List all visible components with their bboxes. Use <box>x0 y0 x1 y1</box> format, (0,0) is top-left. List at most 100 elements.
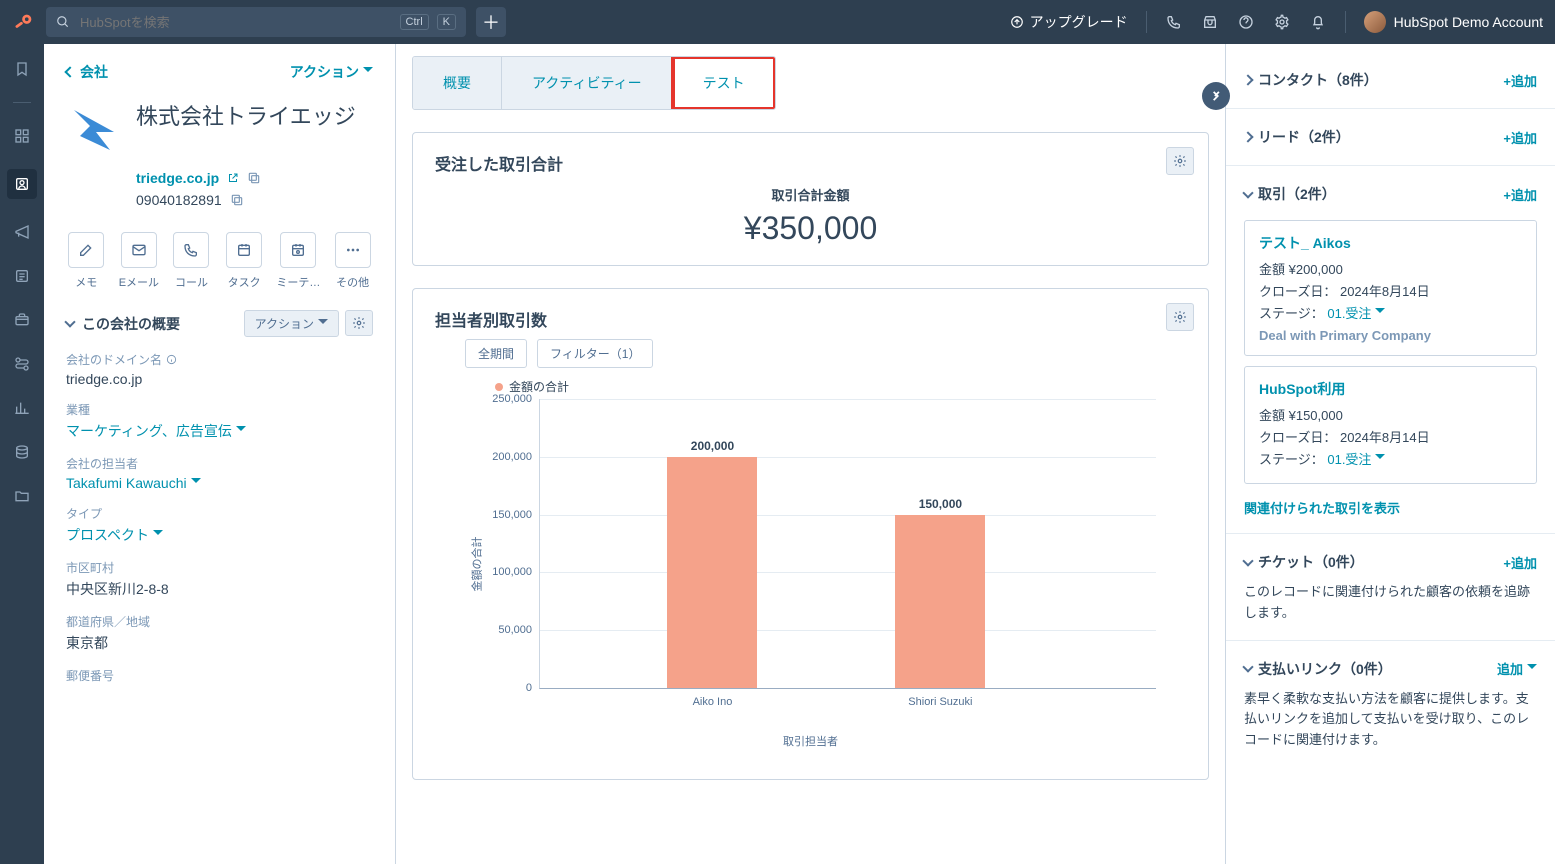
collapse-right-panel-button[interactable] <box>1202 82 1230 110</box>
action-call-button[interactable]: コール <box>171 232 212 290</box>
notifications-icon[interactable] <box>1309 13 1327 31</box>
field-value[interactable]: Takafumi Kawauchi <box>66 475 373 491</box>
rail-marketing-icon[interactable] <box>11 221 33 243</box>
settings-icon[interactable] <box>1273 13 1291 31</box>
property-field[interactable]: 会社の担当者 Takafumi Kawauchi <box>66 455 373 491</box>
bar-chart: 金額の合計 050,000100,000150,000200,000250,00… <box>485 399 1166 729</box>
x-tick: Aiko Ino <box>693 688 733 708</box>
rail-reports-icon[interactable] <box>11 397 33 419</box>
phone-icon[interactable] <box>1165 13 1183 31</box>
about-actions-button[interactable]: アクション <box>244 310 339 337</box>
deal-association: Deal with Primary Company <box>1259 328 1522 343</box>
account-menu[interactable]: HubSpot Demo Account <box>1364 11 1543 33</box>
rail-bookmark-icon[interactable] <box>11 58 33 80</box>
property-field[interactable]: 郵便番号 <box>66 667 373 684</box>
deal-card[interactable]: HubSpot利用金額 ¥150,000クローズ日： 2024年8月14日ステー… <box>1244 366 1537 484</box>
left-rail <box>0 44 44 864</box>
deal-stage-select[interactable]: 01.受注 <box>1327 303 1385 322</box>
action-email-button[interactable]: Eメール <box>119 232 160 290</box>
rail-content-icon[interactable] <box>11 265 33 287</box>
deal-card[interactable]: テスト_ Aikos金額 ¥200,000クローズ日： 2024年8月14日ステ… <box>1244 220 1537 356</box>
upgrade-icon <box>1010 15 1024 29</box>
view-associated-deals-link[interactable]: 関連付けられた取引を表示 <box>1244 494 1537 521</box>
chart-legend: 金額の合計 <box>495 378 1186 395</box>
rail-data-icon[interactable] <box>11 441 33 463</box>
record-left-panel: 会社 アクション 株式会社トライエッジ triedge.co.jp 090401… <box>44 44 396 864</box>
deal-stage-select[interactable]: 01.受注 <box>1327 449 1385 468</box>
section-leads-toggle[interactable]: リード（2件） <box>1244 127 1350 147</box>
field-value[interactable]: プロスペクト <box>66 525 373 545</box>
action-label: メモ <box>75 274 97 290</box>
record-actions-menu[interactable]: アクション <box>290 62 373 82</box>
about-settings-button[interactable] <box>345 310 373 336</box>
chart-filter-button[interactable]: フィルター（1） <box>537 339 653 368</box>
bar-value-label: 150,000 <box>919 497 962 515</box>
actions-label: アクション <box>290 62 359 82</box>
top-nav: Ctrl K ＋ アップグレード HubSpot Demo Account <box>0 0 1555 44</box>
bar[interactable]: 200,000 <box>667 457 757 688</box>
chart-time-filter[interactable]: 全期間 <box>465 339 527 368</box>
rail-commerce-icon[interactable] <box>11 309 33 331</box>
back-link[interactable]: 会社 <box>66 62 108 82</box>
field-label: 会社の担当者 <box>66 455 373 472</box>
chevron-down-icon <box>191 478 201 488</box>
marketplace-icon[interactable] <box>1201 13 1219 31</box>
add-lead-button[interactable]: +追加 <box>1503 128 1537 147</box>
property-field[interactable]: 市区町村中央区新川2-8-8 <box>66 559 373 599</box>
action-meeting-button[interactable]: ミーテ… <box>276 232 320 290</box>
tab-overview[interactable]: 概要 <box>413 57 502 109</box>
card-settings-button[interactable] <box>1166 303 1194 331</box>
chevron-left-icon <box>64 66 75 77</box>
property-field[interactable]: 業種マーケティング、広告宣伝 <box>66 401 373 441</box>
add-ticket-button[interactable]: +追加 <box>1503 553 1537 572</box>
deal-title[interactable]: HubSpot利用 <box>1259 379 1522 399</box>
add-deal-button[interactable]: +追加 <box>1503 185 1537 204</box>
rail-automation-icon[interactable] <box>11 353 33 375</box>
upgrade-link[interactable]: アップグレード <box>1010 12 1128 32</box>
rail-library-icon[interactable] <box>11 485 33 507</box>
deal-amount: 金額 ¥200,000 <box>1259 259 1522 278</box>
section-contacts-toggle[interactable]: コンタクト（8件） <box>1244 70 1378 90</box>
meeting-icon <box>280 232 316 268</box>
property-field[interactable]: タイププロスペクト <box>66 505 373 545</box>
hubspot-logo[interactable] <box>12 10 36 34</box>
copy-icon[interactable] <box>230 193 244 207</box>
field-value[interactable]: マーケティング、広告宣伝 <box>66 421 373 441</box>
chevron-down-icon <box>153 530 163 540</box>
global-search[interactable]: Ctrl K <box>46 7 466 37</box>
chevron-down-icon <box>1375 308 1385 318</box>
gear-icon <box>1173 154 1187 168</box>
record-tabs: 概要 アクティビティー テスト <box>412 56 776 110</box>
section-deals-toggle[interactable]: 取引（2件） <box>1244 184 1336 204</box>
chevron-down-icon <box>236 426 246 436</box>
section-paylinks-toggle[interactable]: 支払いリンク（0件） <box>1244 659 1392 679</box>
chevron-down-icon[interactable] <box>64 316 75 327</box>
section-tickets-toggle[interactable]: チケット（0件） <box>1244 552 1364 572</box>
deal-stage-row: ステージ： 01.受注 <box>1259 303 1522 322</box>
action-task-button[interactable]: タスク <box>224 232 265 290</box>
create-button[interactable]: ＋ <box>476 7 506 37</box>
bar[interactable]: 150,000 <box>895 515 985 688</box>
rail-apps-icon[interactable] <box>11 125 33 147</box>
paylinks-empty-text: 素早く柔軟な支払い方法を顧客に提供します。支払いリンクを追加して支払いを受け取り… <box>1244 685 1537 755</box>
deal-title[interactable]: テスト_ Aikos <box>1259 233 1522 253</box>
action-more-button[interactable]: その他 <box>332 232 373 290</box>
upgrade-label: アップグレード <box>1030 12 1128 32</box>
action-note-button[interactable]: メモ <box>66 232 107 290</box>
help-icon[interactable] <box>1237 13 1255 31</box>
tab-activity[interactable]: アクティビティー <box>502 57 673 109</box>
card-settings-button[interactable] <box>1166 147 1194 175</box>
company-name: 株式会社トライエッジ <box>136 102 356 132</box>
company-domain-link[interactable]: triedge.co.jp <box>136 170 219 186</box>
kbd-k: K <box>437 14 456 30</box>
property-field[interactable]: 会社のドメイン名 triedge.co.jp <box>66 351 373 387</box>
field-label: 郵便番号 <box>66 667 373 684</box>
card-title: 担当者別取引数 <box>435 307 1186 331</box>
rail-crm-icon[interactable] <box>7 169 37 199</box>
property-field[interactable]: 都道府県／地域東京都 <box>66 613 373 653</box>
tab-test[interactable]: テスト <box>673 57 775 109</box>
add-paylink-button[interactable]: 追加 <box>1497 659 1537 678</box>
search-input[interactable] <box>78 14 392 31</box>
copy-icon[interactable] <box>247 171 261 185</box>
add-contact-button[interactable]: +追加 <box>1503 71 1537 90</box>
